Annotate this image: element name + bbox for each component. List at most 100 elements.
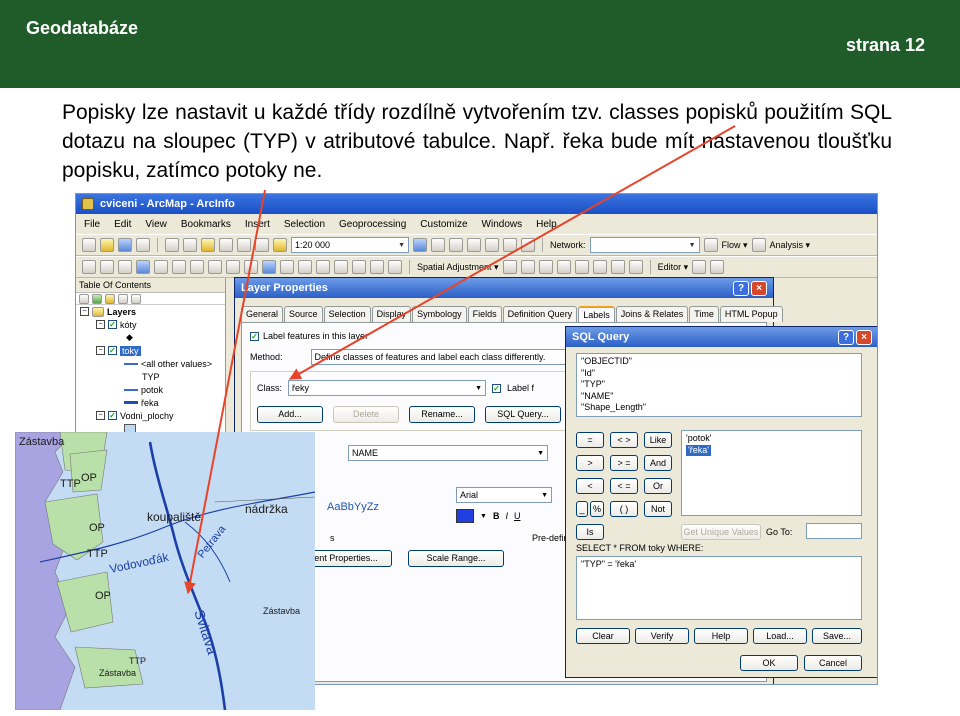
sql-query-button[interactable]: SQL Query... [485,406,561,423]
operator-parentheses-button[interactable]: ( ) [610,501,638,517]
ok-button[interactable]: OK [740,655,798,671]
field-item[interactable]: "OBJECTID" [581,356,857,368]
menu-help[interactable]: Help [536,219,557,230]
editor-menu[interactable]: Editor ▾ [658,262,689,273]
tab-source[interactable]: Source [284,306,323,322]
rename-class-button[interactable]: Rename... [409,406,475,423]
area-limit-icon[interactable] [592,260,607,274]
menu-geoprocessing[interactable]: Geoprocessing [339,219,406,230]
label-class-checkbox[interactable]: ✓ [492,383,502,393]
identify-icon[interactable] [262,260,276,274]
menu-view[interactable]: View [145,219,167,230]
collapse-icon[interactable]: − [96,346,105,355]
flow-menu[interactable]: Flow ▾ [722,240,748,251]
tab-time[interactable]: Time [689,306,719,322]
field-item[interactable]: "Shape_Length" [581,402,857,414]
fixed-zoom-in-icon[interactable] [154,260,168,274]
list-by-selection-icon[interactable] [118,294,128,304]
italic-button[interactable]: I [505,511,508,521]
python-window-icon[interactable] [503,238,517,252]
menu-selection[interactable]: Selection [284,219,325,230]
link-table-icon[interactable] [628,260,643,274]
list-by-drawing-order-icon[interactable] [79,294,89,304]
forward-icon[interactable] [208,260,222,274]
collapse-icon[interactable]: − [96,320,105,329]
layer-visibility-checkbox[interactable]: ✓ [108,346,117,355]
add-class-button[interactable]: Add... [257,406,323,423]
list-by-visibility-icon[interactable] [105,294,115,304]
network-combo[interactable]: ▼ [589,237,700,253]
get-unique-values-button[interactable]: Get Unique Values [681,524,761,540]
save-icon[interactable] [118,238,132,252]
operator-not-button[interactable]: Not [644,501,672,517]
print-icon[interactable] [136,238,150,252]
layer-visibility-checkbox[interactable]: ✓ [108,320,117,329]
scale-range-button[interactable]: Scale Range... [408,550,504,567]
method-select[interactable]: Define classes of features and label eac… [310,349,571,365]
help-icon[interactable]: ? [733,280,749,296]
edit-tool-icon[interactable] [502,260,517,274]
tab-display[interactable]: Display [371,306,412,322]
underline-button[interactable]: U [514,511,521,521]
tab-labels[interactable]: Labels [578,306,615,322]
edit-vertices-icon[interactable] [692,260,707,274]
add-data-icon[interactable] [273,238,287,252]
operator-greater-equal-button[interactable]: > = [610,455,638,471]
new-displacement-link-icon[interactable] [520,260,535,274]
menu-file[interactable]: File [84,219,100,230]
operator-underscore-button[interactable]: _ [576,501,588,517]
open-icon[interactable] [100,238,114,252]
map-scale-combo[interactable]: 1:20 000 ▼ [291,237,409,253]
cut-icon[interactable] [165,238,179,252]
operator-is-button[interactable]: Is [576,524,604,540]
pan-icon[interactable] [118,260,132,274]
menu-customize[interactable]: Customize [420,219,467,230]
tab-fields[interactable]: Fields [467,306,502,322]
back-icon[interactable] [190,260,204,274]
go-to-input[interactable] [806,523,862,539]
value-item[interactable]: 'potok' [686,433,857,445]
tab-joins-relates[interactable]: Joins & Relates [615,306,689,322]
field-item[interactable]: "Id" [581,368,857,380]
help-icon[interactable]: ? [838,329,854,345]
zoom-out-icon[interactable] [100,260,114,274]
fixed-zoom-out-icon[interactable] [172,260,186,274]
tab-selection[interactable]: Selection [323,306,371,322]
clear-area-limit-icon[interactable] [610,260,625,274]
flow-tool-icon[interactable] [751,238,766,252]
field-item[interactable]: "TYP" [581,379,857,391]
menu-edit[interactable]: Edit [114,219,131,230]
collapse-icon[interactable]: − [80,307,89,316]
menu-windows[interactable]: Windows [482,219,523,230]
toc-layer-toky[interactable]: − ✓ toky [76,344,225,357]
operator-not-equal-button[interactable]: < > [610,432,638,448]
paste-icon[interactable] [201,238,215,252]
field-item[interactable]: "NAME" [581,391,857,403]
network-tool-icon[interactable] [703,238,718,252]
html-popup-icon[interactable] [298,260,312,274]
tab-html-popup[interactable]: HTML Popup [719,306,783,322]
toc-layers-row[interactable]: − Layers [76,305,225,318]
delete-class-button[interactable]: Delete [333,406,399,423]
time-slider-icon[interactable] [388,260,402,274]
select-elements-icon[interactable] [244,260,258,274]
list-by-source-icon[interactable] [92,294,102,304]
full-extent-icon[interactable] [136,260,150,274]
find-icon[interactable] [334,260,348,274]
toc-layer-vodni-plochy[interactable]: − ✓ Vodni_plochy [76,409,225,422]
hyperlink-icon[interactable] [280,260,294,274]
editor-toolbar-icon[interactable] [413,238,427,252]
copy-icon[interactable] [183,238,197,252]
operator-less-equal-button[interactable]: < = [610,478,638,494]
cancel-button[interactable]: Cancel [804,655,862,671]
verify-button[interactable]: Verify [635,628,689,644]
operator-greater-button[interactable]: > [576,455,604,471]
multi-displacement-icon[interactable] [556,260,571,274]
zoom-in-icon[interactable] [82,260,96,274]
close-icon[interactable]: × [751,280,767,296]
new-doc-icon[interactable] [82,238,96,252]
layer-visibility-checkbox[interactable]: ✓ [108,411,117,420]
class-select[interactable]: řeky ▼ [288,380,487,396]
arctoolbox-icon[interactable] [485,238,499,252]
toc-options-icon[interactable] [131,294,141,304]
